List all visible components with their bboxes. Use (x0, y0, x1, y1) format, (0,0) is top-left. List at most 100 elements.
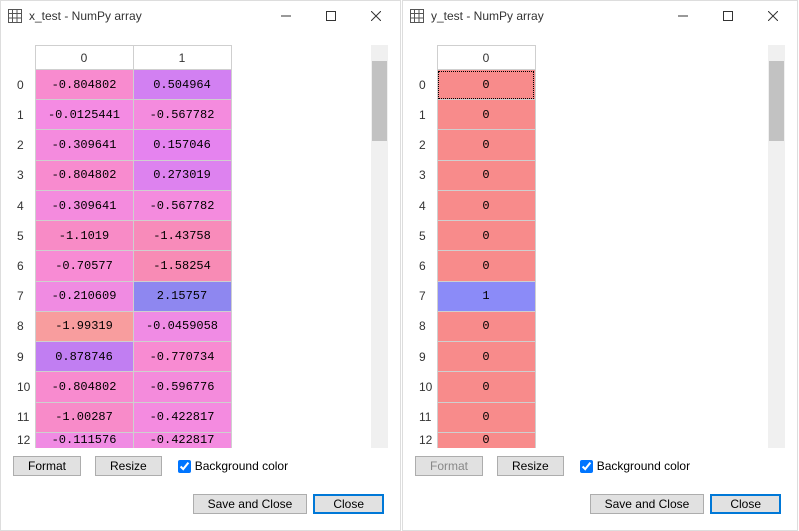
array-cell[interactable]: -0.309641 (35, 130, 133, 160)
row-header[interactable]: 3 (13, 160, 35, 190)
array-cell[interactable]: -0.111576 (35, 432, 133, 448)
array-cell[interactable]: 1 (437, 281, 535, 311)
array-cell[interactable]: 0 (437, 100, 535, 130)
row-header[interactable]: 11 (13, 402, 35, 432)
array-cell[interactable]: -1.00287 (35, 402, 133, 432)
row-header[interactable]: 10 (415, 372, 437, 402)
row-header[interactable]: 3 (415, 160, 437, 190)
array-table[interactable]: 010-0.8048020.5049641-0.0125441-0.567782… (13, 45, 232, 448)
save-and-close-button[interactable]: Save and Close (193, 494, 308, 514)
array-cell[interactable]: -0.70577 (35, 251, 133, 281)
array-cell[interactable]: 0 (437, 372, 535, 402)
array-cell[interactable]: -0.0125441 (35, 100, 133, 130)
row-header[interactable]: 12 (415, 432, 437, 448)
array-cell[interactable]: -0.596776 (133, 372, 231, 402)
row-header[interactable]: 11 (415, 402, 437, 432)
column-header[interactable]: 0 (35, 46, 133, 70)
array-cell[interactable]: -0.210609 (35, 281, 133, 311)
row-header[interactable]: 8 (13, 311, 35, 341)
column-header[interactable]: 1 (133, 46, 231, 70)
array-cell[interactable]: -0.567782 (133, 100, 231, 130)
titlebar[interactable]: x_test - NumPy array (1, 1, 400, 31)
scroll-thumb[interactable] (769, 61, 784, 141)
resize-button[interactable]: Resize (95, 456, 162, 476)
row-header[interactable]: 7 (415, 281, 437, 311)
array-cell[interactable]: 0 (437, 342, 535, 372)
array-cell[interactable]: 0 (437, 402, 535, 432)
row-header[interactable]: 1 (13, 100, 35, 130)
array-cell[interactable]: 0.504964 (133, 70, 231, 100)
array-table[interactable]: 000102030405060718090100110120 (415, 45, 536, 448)
array-cell[interactable]: 0 (437, 311, 535, 341)
table-row: 4-0.309641-0.567782 (13, 190, 231, 220)
background-color-checkbox[interactable]: Background color (580, 459, 690, 473)
array-cell[interactable]: 0 (437, 70, 535, 100)
row-header[interactable]: 4 (415, 190, 437, 220)
array-cell[interactable]: -0.0459058 (133, 311, 231, 341)
array-cell[interactable]: -0.422817 (133, 402, 231, 432)
row-header[interactable]: 4 (13, 190, 35, 220)
array-cell[interactable]: 0 (437, 190, 535, 220)
array-cell[interactable]: 0.273019 (133, 160, 231, 190)
scroll-thumb[interactable] (372, 61, 387, 141)
array-cell[interactable]: -1.43758 (133, 221, 231, 251)
row-header[interactable]: 8 (415, 311, 437, 341)
array-cell[interactable]: -0.770734 (133, 342, 231, 372)
array-cell[interactable]: -1.58254 (133, 251, 231, 281)
close-dialog-button[interactable]: Close (313, 494, 384, 514)
maximize-button[interactable] (308, 2, 353, 30)
array-cell[interactable]: 0 (437, 160, 535, 190)
close-button[interactable] (750, 2, 795, 30)
array-cell[interactable]: -0.567782 (133, 190, 231, 220)
table-row: 120 (415, 432, 535, 448)
array-cell[interactable]: -0.804802 (35, 70, 133, 100)
resize-button[interactable]: Resize (497, 456, 564, 476)
background-color-input[interactable] (178, 460, 191, 473)
vertical-scrollbar[interactable] (768, 45, 785, 448)
minimize-button[interactable] (660, 2, 705, 30)
row-header[interactable]: 5 (13, 221, 35, 251)
row-header[interactable]: 5 (415, 221, 437, 251)
row-header[interactable]: 9 (13, 342, 35, 372)
array-cell[interactable]: -1.1019 (35, 221, 133, 251)
window-y-test: y_test - NumPy array 0001020304050607180… (402, 0, 798, 531)
array-cell[interactable]: 2.15757 (133, 281, 231, 311)
row-header[interactable]: 1 (415, 100, 437, 130)
row-header[interactable]: 6 (13, 251, 35, 281)
array-cell[interactable]: 0 (437, 251, 535, 281)
array-cell[interactable]: 0 (437, 221, 535, 251)
row-header[interactable]: 7 (13, 281, 35, 311)
minimize-button[interactable] (263, 2, 308, 30)
close-dialog-button[interactable]: Close (710, 494, 781, 514)
save-and-close-button[interactable]: Save and Close (590, 494, 705, 514)
format-button[interactable]: Format (13, 456, 81, 476)
array-cell[interactable]: 0.878746 (35, 342, 133, 372)
array-cell[interactable]: -1.99319 (35, 311, 133, 341)
array-cell[interactable]: -0.804802 (35, 160, 133, 190)
row-header[interactable]: 0 (13, 70, 35, 100)
row-header[interactable]: 2 (13, 130, 35, 160)
array-cell[interactable]: -0.804802 (35, 372, 133, 402)
table-row: 2-0.3096410.157046 (13, 130, 231, 160)
background-color-input[interactable] (580, 460, 593, 473)
row-header[interactable]: 6 (415, 251, 437, 281)
array-cell[interactable]: 0 (437, 432, 535, 448)
vertical-scrollbar[interactable] (371, 45, 388, 448)
titlebar[interactable]: y_test - NumPy array (403, 1, 797, 31)
row-header[interactable]: 2 (415, 130, 437, 160)
array-cell[interactable]: -0.309641 (35, 190, 133, 220)
array-cell[interactable]: 0.157046 (133, 130, 231, 160)
row-header[interactable]: 9 (415, 342, 437, 372)
row-header[interactable]: 10 (13, 372, 35, 402)
row-header[interactable]: 0 (415, 70, 437, 100)
array-cell[interactable]: 0 (437, 130, 535, 160)
table-row: 10-0.804802-0.596776 (13, 372, 231, 402)
close-button[interactable] (353, 2, 398, 30)
column-header[interactable]: 0 (437, 46, 535, 70)
maximize-button[interactable] (705, 2, 750, 30)
row-header[interactable]: 12 (13, 432, 35, 448)
background-color-checkbox[interactable]: Background color (178, 459, 288, 473)
table-row: 0-0.8048020.504964 (13, 70, 231, 100)
array-cell[interactable]: -0.422817 (133, 432, 231, 448)
format-button[interactable]: Format (415, 456, 483, 476)
